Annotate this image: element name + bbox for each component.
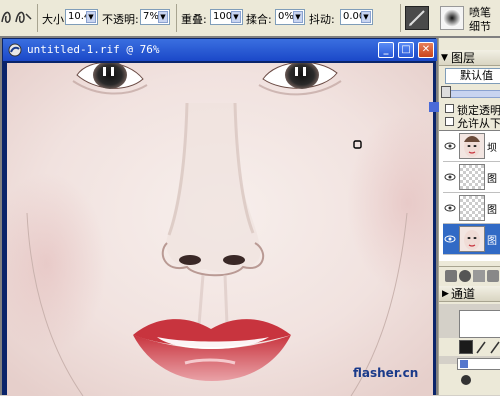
allow-below-checkbox[interactable] bbox=[445, 117, 454, 126]
document-window: untitled-1.rif @ 76% _ □ ✕ flasher.cn bbox=[2, 38, 437, 396]
jitter-field[interactable]: 0% ▼ bbox=[275, 9, 305, 25]
size-dropdown-icon[interactable]: ▼ bbox=[86, 11, 96, 23]
eraser-tool-icon[interactable] bbox=[489, 340, 500, 354]
layer-thumbnail bbox=[459, 195, 485, 221]
layer-thumbnail bbox=[459, 164, 485, 190]
shake-label: 抖动: bbox=[309, 13, 335, 26]
layer-commands-bar bbox=[439, 266, 500, 285]
minimize-button[interactable]: _ bbox=[378, 42, 394, 58]
channels-panel-header[interactable]: ▶ 通道 bbox=[439, 286, 500, 302]
composite-method-select[interactable]: 默认值 bbox=[445, 68, 500, 84]
watermark-text: flasher.cn bbox=[353, 366, 419, 380]
channels-panel-title: 通道 bbox=[451, 287, 476, 301]
lock-icon[interactable] bbox=[441, 86, 451, 98]
layer-row[interactable]: 图 bbox=[443, 193, 500, 224]
layer-thumbnail bbox=[459, 226, 485, 252]
layer-name: 图 bbox=[487, 236, 497, 247]
toolbar-separator bbox=[37, 4, 38, 32]
collapse-icon[interactable]: ▼ bbox=[441, 50, 448, 66]
eye-icon[interactable] bbox=[444, 202, 456, 214]
pen-tool-icon[interactable] bbox=[459, 340, 473, 354]
toolbar-separator bbox=[176, 4, 177, 32]
opacity-dropdown-icon[interactable]: ▼ bbox=[158, 11, 168, 23]
close-button[interactable]: ✕ bbox=[418, 42, 434, 58]
layer-row[interactable]: 坝 bbox=[443, 131, 500, 162]
opacity-label: 不透明: bbox=[102, 13, 139, 26]
size-label: 大小 bbox=[42, 13, 64, 26]
opacity-value: 7% bbox=[143, 11, 159, 22]
face-painting bbox=[7, 63, 433, 396]
slider-thumb-icon[interactable] bbox=[460, 360, 468, 368]
layers-panel: ▼ 图层 默认值 锁定透明 允许从下面 坝 图 图 bbox=[429, 38, 500, 395]
layer-name: 图 bbox=[487, 174, 497, 185]
eye-icon[interactable] bbox=[444, 233, 456, 245]
transparency-icon[interactable] bbox=[429, 102, 439, 112]
shake-field[interactable]: 0.00 ▼ bbox=[340, 9, 373, 25]
size-field[interactable]: 10.4 ▼ bbox=[65, 9, 98, 25]
opacity-slider[interactable] bbox=[449, 90, 500, 98]
jitter-value: 0% bbox=[278, 11, 294, 22]
new-layer-icon[interactable] bbox=[473, 270, 485, 282]
brush-stroke-icon[interactable] bbox=[0, 8, 34, 28]
composite-method-value: 默认值 bbox=[460, 69, 493, 82]
layers-list: 坝 图 图 图 bbox=[439, 130, 500, 261]
brush-dab-icon[interactable] bbox=[440, 6, 464, 30]
layer-thumbnail bbox=[459, 133, 485, 159]
size-slider[interactable] bbox=[457, 358, 500, 370]
lock-transparency-checkbox[interactable] bbox=[445, 104, 454, 113]
jitter-label: 揉合: bbox=[246, 13, 272, 26]
layer-row-selected[interactable]: 图 bbox=[443, 224, 500, 255]
drawing-canvas[interactable]: flasher.cn bbox=[7, 63, 433, 396]
overlap-dropdown-icon[interactable]: ▼ bbox=[231, 11, 241, 23]
layers-panel-header[interactable]: ▼ 图层 bbox=[439, 50, 500, 66]
brush-category-icon[interactable] bbox=[405, 6, 429, 30]
document-icon bbox=[8, 43, 22, 57]
shake-dropdown-icon[interactable]: ▼ bbox=[361, 11, 371, 23]
color-dot[interactable] bbox=[461, 375, 471, 385]
jitter-dropdown-icon[interactable]: ▼ bbox=[293, 11, 303, 23]
allow-below-label: 允许从下面 bbox=[457, 117, 500, 130]
expand-icon[interactable]: ▶ bbox=[442, 286, 449, 302]
overlap-field[interactable]: 100% ▼ bbox=[210, 9, 243, 25]
layer-commands-icon[interactable] bbox=[445, 270, 457, 282]
brush-variant-label: 细节 bbox=[469, 20, 491, 33]
document-title: untitled-1.rif @ 76% bbox=[27, 43, 160, 56]
tool-strip bbox=[439, 338, 500, 356]
property-bar: 大小 10.4 ▼ 不透明: 7% ▼ 重叠: 100% ▼ 揉合: 0% ▼ … bbox=[0, 0, 500, 37]
dynamic-plugins-icon[interactable] bbox=[459, 270, 471, 282]
overlap-label: 重叠: bbox=[181, 13, 207, 26]
toolbar-separator bbox=[400, 4, 401, 32]
document-title-bar[interactable]: untitled-1.rif @ 76% _ □ ✕ bbox=[3, 39, 437, 61]
eye-icon[interactable] bbox=[444, 171, 456, 183]
trash-icon[interactable] bbox=[487, 270, 499, 282]
layer-name: 图 bbox=[487, 205, 497, 216]
layer-name: 坝 bbox=[487, 143, 497, 154]
layer-row[interactable]: 图 bbox=[443, 162, 500, 193]
eye-icon[interactable] bbox=[444, 140, 456, 152]
preview-box bbox=[459, 310, 500, 338]
brush-tool-icon[interactable] bbox=[475, 340, 487, 354]
maximize-button[interactable]: □ bbox=[398, 42, 414, 58]
layers-panel-title: 图层 bbox=[451, 51, 476, 65]
opacity-field[interactable]: 7% ▼ bbox=[140, 9, 170, 25]
